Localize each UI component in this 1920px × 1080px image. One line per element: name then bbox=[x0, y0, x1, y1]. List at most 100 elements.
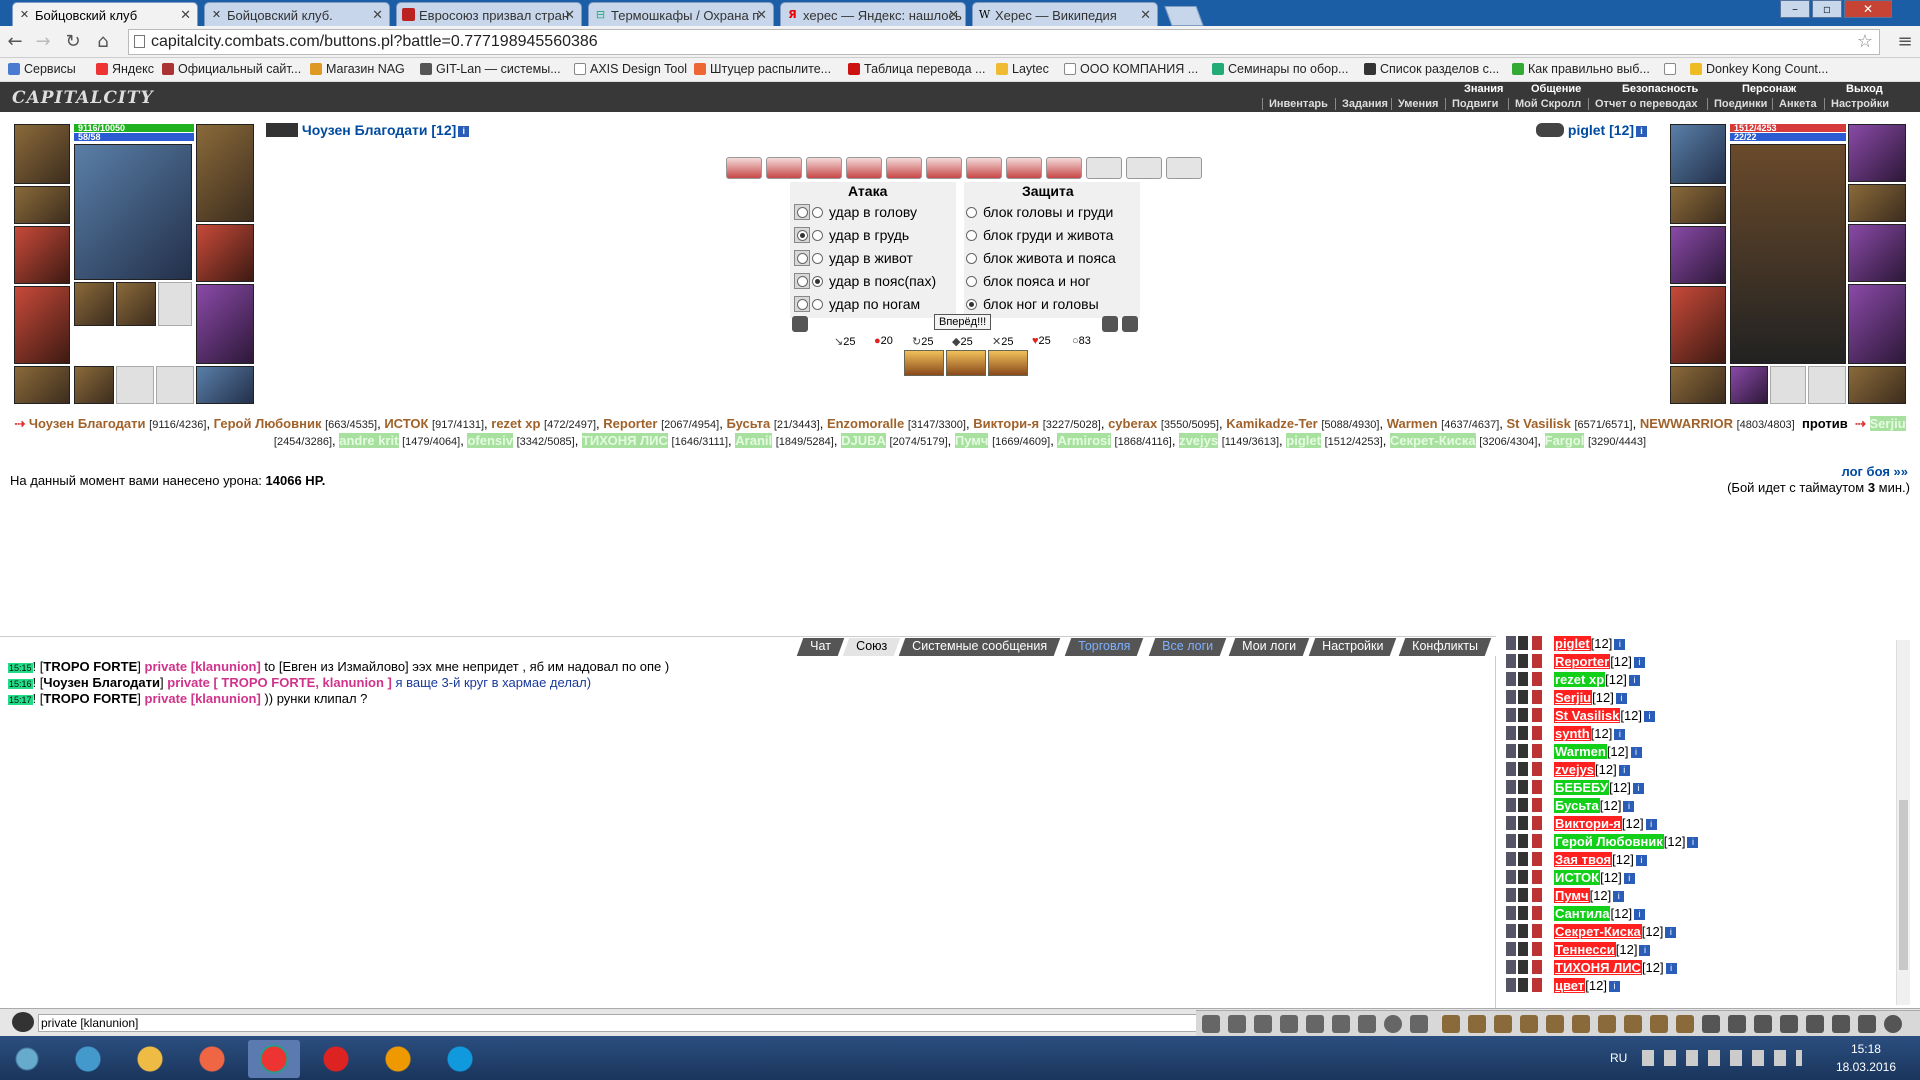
empty-slot[interactable] bbox=[158, 282, 192, 326]
menu-transfers[interactable]: Отчет о переводах bbox=[1588, 98, 1698, 110]
team2-member[interactable]: piglet bbox=[1286, 433, 1321, 448]
music-icon[interactable] bbox=[1358, 1015, 1376, 1033]
tab-system[interactable]: Системные сообщения bbox=[898, 638, 1061, 656]
armor-slot[interactable] bbox=[14, 286, 70, 364]
team1-member[interactable]: NEWWARRIOR bbox=[1640, 416, 1733, 431]
close-tab-icon[interactable]: ✕ bbox=[756, 7, 767, 23]
flag-icon[interactable] bbox=[1754, 1015, 1772, 1033]
skill-icon[interactable] bbox=[1650, 1015, 1668, 1033]
team2-member[interactable]: Armirosi bbox=[1057, 433, 1111, 448]
gear-icon[interactable] bbox=[1858, 1015, 1876, 1033]
menu-security[interactable]: Безопасность bbox=[1622, 83, 1698, 95]
player-row[interactable]: piglet[12] i bbox=[1506, 636, 1626, 654]
player-row[interactable]: Warmen[12] i bbox=[1506, 744, 1642, 762]
armor-slot[interactable] bbox=[1670, 286, 1726, 364]
team1-member[interactable]: Герой Любовник bbox=[214, 416, 322, 431]
skill-icon[interactable] bbox=[1624, 1015, 1642, 1033]
start-button[interactable] bbox=[4, 1040, 50, 1078]
team1-member[interactable]: Kamikadze-Ter bbox=[1226, 416, 1318, 431]
technique-icon[interactable] bbox=[904, 350, 944, 376]
tab-1[interactable]: ✕ Бойцовский клуб. ✕ bbox=[204, 2, 390, 26]
tab-4[interactable]: Я херес — Яндекс: нашлось ✕ bbox=[780, 2, 966, 26]
bookmark-12[interactable]: Как правильно выб... bbox=[1512, 62, 1650, 76]
bookmark-9[interactable]: ООО КОМПАНИЯ ... bbox=[1064, 62, 1198, 76]
bookmark-2[interactable]: Официальный сайт... bbox=[162, 62, 301, 76]
tab-all-logs[interactable]: Все логи bbox=[1148, 638, 1227, 656]
player-row[interactable]: rezet xp[12] i bbox=[1506, 672, 1640, 690]
back-icon[interactable]: ← bbox=[4, 31, 26, 53]
team1-member[interactable]: Reporter bbox=[603, 416, 657, 431]
team2-member[interactable]: andre krit bbox=[339, 433, 399, 448]
clear-icon[interactable] bbox=[1228, 1015, 1246, 1033]
block-belt-legs[interactable]: блок пояса и ног bbox=[966, 273, 1090, 289]
player-row[interactable]: Теннесси[12] i bbox=[1506, 942, 1651, 960]
close-tab-icon[interactable]: ✕ bbox=[1140, 7, 1151, 23]
player-row[interactable]: ТИХОНЯ ЛИС[12] i bbox=[1506, 960, 1677, 978]
close-tab-icon[interactable]: ✕ bbox=[564, 7, 575, 23]
ie-icon[interactable] bbox=[62, 1040, 114, 1078]
team1-member[interactable]: Чоузен Благодати bbox=[29, 416, 146, 431]
team2-member[interactable]: Serjiu bbox=[1869, 416, 1906, 431]
player-row[interactable]: ИСТОК[12] i bbox=[1506, 870, 1635, 888]
tab-chat[interactable]: Чат bbox=[796, 638, 845, 656]
player-row[interactable]: БЕБЕБУ[12] i bbox=[1506, 780, 1644, 798]
chat-bubble-icon[interactable] bbox=[1702, 1015, 1720, 1033]
team2-member[interactable]: Секрет-Киска bbox=[1389, 433, 1476, 448]
weapon-slot[interactable] bbox=[1670, 186, 1726, 224]
scroll-thumb[interactable] bbox=[1899, 800, 1908, 970]
skill-icon[interactable] bbox=[1546, 1015, 1564, 1033]
smile-icon[interactable] bbox=[1384, 1015, 1402, 1033]
team2-member[interactable]: Aranil bbox=[735, 433, 773, 448]
mask-icon[interactable] bbox=[1102, 316, 1118, 332]
folder-icon[interactable] bbox=[124, 1040, 176, 1078]
minimize-icon[interactable]: – bbox=[1780, 0, 1810, 18]
shield-slot[interactable] bbox=[196, 224, 254, 282]
clock-icon[interactable] bbox=[1832, 1015, 1850, 1033]
bookmark-11[interactable]: Список разделов с... bbox=[1364, 62, 1499, 76]
menu-quests[interactable]: Задания bbox=[1335, 98, 1388, 110]
ring-slot[interactable] bbox=[1730, 366, 1768, 404]
player-row[interactable]: Зая твоя[12] i bbox=[1506, 852, 1647, 870]
home-icon[interactable]: ⌂ bbox=[92, 31, 114, 53]
player-row[interactable]: Секрет-Киска[12] i bbox=[1506, 924, 1677, 942]
player-list-scrollbar[interactable] bbox=[1896, 640, 1910, 1005]
tab-3[interactable]: ⊟ Термошкафы / Охрана п ✕ bbox=[588, 2, 774, 26]
scroll-slot[interactable] bbox=[74, 282, 114, 326]
tab-conflicts[interactable]: Конфликты bbox=[1398, 638, 1492, 656]
blade-slot[interactable] bbox=[1670, 226, 1726, 284]
bookmark-0[interactable]: Сервисы bbox=[8, 62, 76, 76]
tab-0[interactable]: ✕ Бойцовский клуб ✕ bbox=[12, 2, 198, 26]
team1-member[interactable]: Бусьта bbox=[726, 416, 770, 431]
info-icon[interactable]: i bbox=[1615, 693, 1627, 705]
belt-slot[interactable] bbox=[1670, 366, 1726, 404]
belt-slot[interactable] bbox=[14, 366, 70, 404]
player-row[interactable]: Serjiu[12] i bbox=[1506, 690, 1627, 708]
team1-member[interactable]: Виктори-я bbox=[973, 416, 1039, 431]
block-legs-head[interactable]: блок ног и головы bbox=[966, 296, 1099, 312]
technique-icon[interactable] bbox=[946, 350, 986, 376]
trash-icon[interactable] bbox=[1728, 1015, 1746, 1033]
pants-slot[interactable] bbox=[1848, 284, 1906, 364]
weapon-slot[interactable] bbox=[14, 186, 70, 224]
info-icon[interactable]: i bbox=[1628, 675, 1640, 687]
bracer-slot[interactable] bbox=[1848, 184, 1906, 222]
play-icon[interactable] bbox=[1884, 1015, 1902, 1033]
checkbox[interactable] bbox=[794, 227, 810, 243]
technique-icon[interactable] bbox=[988, 350, 1028, 376]
info-icon[interactable]: i bbox=[1614, 729, 1626, 741]
empty-slot[interactable] bbox=[1808, 366, 1846, 404]
block-stomach-belt[interactable]: блок живота и пояса bbox=[966, 250, 1116, 266]
spell-grid[interactable] bbox=[74, 144, 192, 280]
info-icon[interactable]: i bbox=[1635, 855, 1647, 867]
bookmark-5[interactable]: AXIS Design Tool bbox=[574, 62, 687, 76]
skill-icon[interactable] bbox=[1494, 1015, 1512, 1033]
menu-communication[interactable]: Общение bbox=[1531, 83, 1581, 95]
bookmark-7[interactable]: Таблица перевода ... bbox=[848, 62, 985, 76]
tab-my-logs[interactable]: Мои логи bbox=[1228, 638, 1310, 656]
language-indicator[interactable]: RU bbox=[1610, 1051, 1627, 1065]
blade-slot[interactable] bbox=[1848, 224, 1906, 282]
fight-icon[interactable] bbox=[1332, 1015, 1350, 1033]
fan-slot[interactable] bbox=[14, 226, 70, 284]
skull-icon[interactable] bbox=[792, 316, 808, 332]
filter-icon[interactable] bbox=[1254, 1015, 1272, 1033]
